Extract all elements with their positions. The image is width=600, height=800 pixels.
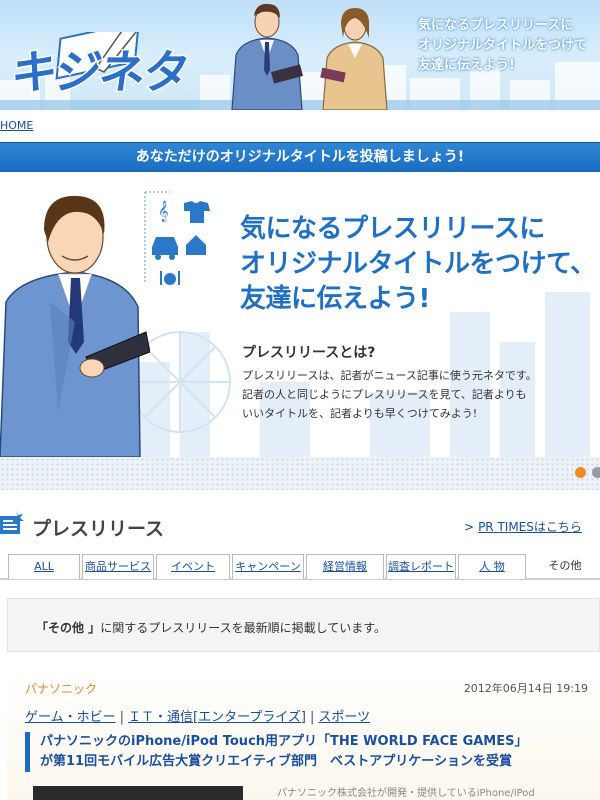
- publish-date: 2012年06月14日 19:19: [463, 682, 588, 695]
- hero-slide: 𝄞 気になるプレスリリースに オリジナルタイトルをつけて、 友達に伝えよう! プ…: [0, 172, 600, 457]
- hero-subheading: プレスリリースとは?: [242, 345, 376, 361]
- newspaper-icon: [0, 510, 24, 534]
- tab-research-reports[interactable]: 調査レポート: [386, 554, 456, 579]
- chevron-right-icon: >: [464, 520, 475, 534]
- company-name: パナソニック: [25, 682, 98, 696]
- press-release-heading: プレスリリース: [32, 518, 165, 540]
- article-title-line[interactable]: パナソニックのiPhone/iPod Touch用アプリ「THE WORLD F…: [40, 732, 595, 752]
- tab-all[interactable]: ALL: [8, 554, 80, 579]
- restaurant-icon: [164, 273, 176, 285]
- businesswoman-illustration: [320, 8, 388, 110]
- hero-headline-line: オリジナルタイトルをつけて、: [240, 249, 596, 279]
- category-link-it-enterprise[interactable]: ＩＴ・通信[エンタープライズ]: [128, 710, 306, 725]
- tagline-line: オリジナルタイトルをつけて: [418, 38, 588, 53]
- hero-businessman-illustration: [0, 195, 150, 457]
- article-categories: ゲーム・ホビー | ＩＴ・通信[エンタープライズ] | スポーツ: [25, 706, 370, 725]
- press-release-item: パナソニック 2012年06月14日 19:19 ゲーム・ホビー | ＩＴ・通信[エ…: [7, 670, 600, 800]
- businessman-illustration: [231, 3, 304, 110]
- category-separator: |: [119, 710, 125, 725]
- category-info-suffix: に関するプレスリリースを最新順に掲載しています。: [100, 621, 387, 635]
- slider-pagination: [0, 457, 600, 490]
- tab-business-info[interactable]: 経営情報: [306, 554, 384, 579]
- article-thumbnail[interactable]: [33, 786, 243, 800]
- hero-description-line: いいタイトルを、記者よりも早くつけてみよう!: [242, 407, 478, 420]
- tab-people[interactable]: 人 物: [458, 554, 526, 579]
- breadcrumb-home-link[interactable]: HOME: [0, 119, 33, 132]
- hero-description-line: 記者の人と同じようにプレスリリースを見て、記者よりも: [242, 388, 527, 401]
- car-icon: [152, 237, 178, 255]
- tab-events[interactable]: イベント: [156, 554, 230, 579]
- slider-dot-2[interactable]: [592, 467, 600, 478]
- article-title-line[interactable]: が第11回モバイル広告大賞クリエイティブ部門 ベストアプリケーションを受賞: [40, 752, 595, 772]
- tab-products-services[interactable]: 商品サービス: [82, 554, 154, 579]
- category-info-text: 「その他 」に関するプレスリリースを最新順に掲載しています。: [36, 619, 386, 636]
- hero-description-line: プレスリリースは、記者がニュース記事に使う元ネタです。: [242, 369, 537, 382]
- breadcrumb: HOME: [0, 110, 600, 142]
- house-icon: [186, 235, 206, 255]
- header-tagline: 気になるプレスリリースに オリジナルタイトルをつけて 友達に伝えよう!: [418, 16, 587, 76]
- category-info-box: 「その他 」に関するプレスリリースを最新順に掲載しています。: [7, 598, 600, 652]
- category-icons-cluster: 𝄞: [144, 191, 210, 285]
- tab-campaigns[interactable]: キャンペーン: [232, 554, 304, 579]
- hero-headline: 気になるプレスリリースに オリジナルタイトルをつけて、 友達に伝えよう!: [240, 212, 596, 317]
- category-link-games-hobby[interactable]: ゲーム・ホビー: [25, 710, 116, 725]
- site-logo[interactable]: キジネタ: [6, 36, 193, 102]
- music-note-icon: 𝄞: [158, 201, 169, 222]
- banner-text: あなただけのオリジナルタイトルを投稿しましょう!: [135, 149, 465, 165]
- category-separator: |: [310, 710, 315, 725]
- site-header: キジネタ 気になるプレスリリースに オリジナルタイトルをつけて 友達に伝えよう!: [0, 0, 600, 110]
- hero-headline-line: 気になるプレスリリースに: [240, 214, 545, 244]
- hero-headline-line: 友達に伝えよう!: [240, 284, 430, 314]
- article-title-link[interactable]: パナソニックのiPhone/iPod Touch用アプリ「THE WORLD F…: [25, 732, 595, 772]
- prtimes-link[interactable]: > PR TIMESはこちら: [464, 518, 582, 535]
- category-link-sports[interactable]: スポーツ: [318, 710, 370, 725]
- tagline-line: 友達に伝えよう!: [418, 58, 515, 73]
- slider-dot-1[interactable]: [575, 467, 586, 478]
- tagline-line: 気になるプレスリリースに: [418, 18, 574, 33]
- hero-description: プレスリリースは、記者がニュース記事に使う元ネタです。 記者の人と同じようにプレ…: [242, 366, 592, 423]
- category-tabs: ALL 商品サービス イベント キャンペーン 経営情報 調査レポート 人 物 そ…: [0, 554, 600, 580]
- prtimes-link-label[interactable]: PR TIMESはこちら: [478, 520, 582, 534]
- press-release-section: プレスリリース > PR TIMESはこちら ALL 商品サービス イベント キャ…: [0, 490, 600, 800]
- article-excerpt: パナソニック株式会社が開発・提供しているiPhone/iPod: [277, 788, 535, 799]
- category-info-name: 「その他 」: [36, 621, 101, 635]
- tab-other[interactable]: その他: [530, 554, 600, 579]
- post-title-banner: あなただけのオリジナルタイトルを投稿しましょう!: [0, 142, 600, 172]
- tshirt-icon: [184, 201, 210, 223]
